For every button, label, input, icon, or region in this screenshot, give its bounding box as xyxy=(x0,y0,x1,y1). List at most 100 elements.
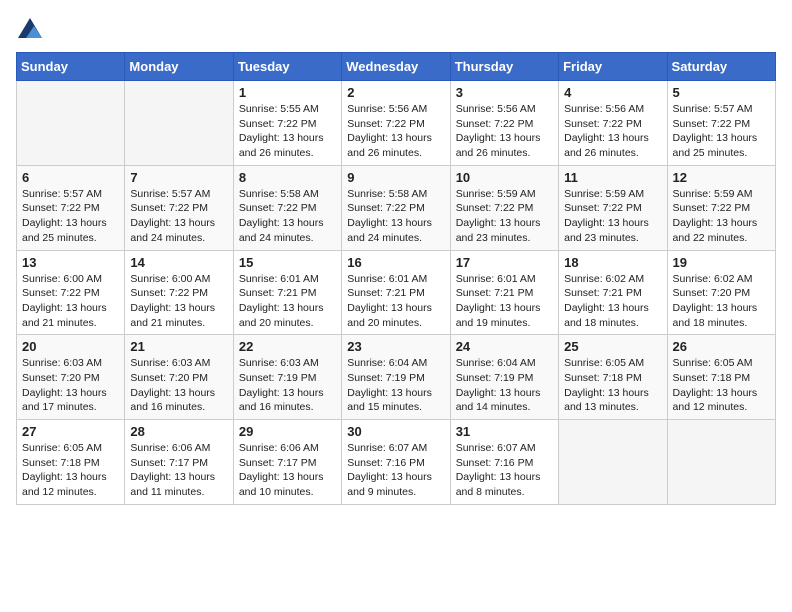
day-info: Sunrise: 5:56 AM Sunset: 7:22 PM Dayligh… xyxy=(564,102,661,161)
calendar-day: 16 Sunrise: 6:01 AM Sunset: 7:21 PM Dayli… xyxy=(342,250,450,335)
calendar-week-5: 27 Sunrise: 6:05 AM Sunset: 7:18 PM Dayli… xyxy=(17,420,776,505)
day-info: Sunrise: 6:04 AM Sunset: 7:19 PM Dayligh… xyxy=(456,356,553,415)
calendar-day: 19 Sunrise: 6:02 AM Sunset: 7:20 PM Dayli… xyxy=(667,250,775,335)
day-info: Sunrise: 6:07 AM Sunset: 7:16 PM Dayligh… xyxy=(347,441,444,500)
day-number: 6 xyxy=(22,170,119,185)
day-number: 31 xyxy=(456,424,553,439)
day-info: Sunrise: 5:58 AM Sunset: 7:22 PM Dayligh… xyxy=(347,187,444,246)
day-info: Sunrise: 5:59 AM Sunset: 7:22 PM Dayligh… xyxy=(673,187,770,246)
weekday-header-thursday: Thursday xyxy=(450,53,558,81)
calendar-day: 20 Sunrise: 6:03 AM Sunset: 7:20 PM Dayli… xyxy=(17,335,125,420)
day-info: Sunrise: 6:04 AM Sunset: 7:19 PM Dayligh… xyxy=(347,356,444,415)
calendar-day: 1 Sunrise: 5:55 AM Sunset: 7:22 PM Daylig… xyxy=(233,81,341,166)
day-number: 17 xyxy=(456,255,553,270)
day-number: 29 xyxy=(239,424,336,439)
calendar-day xyxy=(667,420,775,505)
calendar-day: 4 Sunrise: 5:56 AM Sunset: 7:22 PM Daylig… xyxy=(559,81,667,166)
calendar-week-3: 13 Sunrise: 6:00 AM Sunset: 7:22 PM Dayli… xyxy=(17,250,776,335)
day-info: Sunrise: 5:57 AM Sunset: 7:22 PM Dayligh… xyxy=(673,102,770,161)
day-number: 3 xyxy=(456,85,553,100)
day-number: 18 xyxy=(564,255,661,270)
calendar-day: 23 Sunrise: 6:04 AM Sunset: 7:19 PM Dayli… xyxy=(342,335,450,420)
day-number: 27 xyxy=(22,424,119,439)
day-info: Sunrise: 6:05 AM Sunset: 7:18 PM Dayligh… xyxy=(564,356,661,415)
calendar-day xyxy=(17,81,125,166)
day-number: 20 xyxy=(22,339,119,354)
calendar-day: 3 Sunrise: 5:56 AM Sunset: 7:22 PM Daylig… xyxy=(450,81,558,166)
day-number: 26 xyxy=(673,339,770,354)
day-number: 11 xyxy=(564,170,661,185)
day-number: 15 xyxy=(239,255,336,270)
day-info: Sunrise: 6:03 AM Sunset: 7:19 PM Dayligh… xyxy=(239,356,336,415)
calendar-day: 7 Sunrise: 5:57 AM Sunset: 7:22 PM Daylig… xyxy=(125,165,233,250)
weekday-header-wednesday: Wednesday xyxy=(342,53,450,81)
calendar-day: 25 Sunrise: 6:05 AM Sunset: 7:18 PM Dayli… xyxy=(559,335,667,420)
day-number: 14 xyxy=(130,255,227,270)
day-info: Sunrise: 5:57 AM Sunset: 7:22 PM Dayligh… xyxy=(22,187,119,246)
day-info: Sunrise: 5:55 AM Sunset: 7:22 PM Dayligh… xyxy=(239,102,336,161)
calendar-day: 17 Sunrise: 6:01 AM Sunset: 7:21 PM Dayli… xyxy=(450,250,558,335)
weekday-header-monday: Monday xyxy=(125,53,233,81)
calendar-day: 27 Sunrise: 6:05 AM Sunset: 7:18 PM Dayli… xyxy=(17,420,125,505)
logo-icon xyxy=(16,16,44,44)
day-info: Sunrise: 5:56 AM Sunset: 7:22 PM Dayligh… xyxy=(456,102,553,161)
calendar-day: 30 Sunrise: 6:07 AM Sunset: 7:16 PM Dayli… xyxy=(342,420,450,505)
day-number: 30 xyxy=(347,424,444,439)
day-info: Sunrise: 5:58 AM Sunset: 7:22 PM Dayligh… xyxy=(239,187,336,246)
calendar-day: 14 Sunrise: 6:00 AM Sunset: 7:22 PM Dayli… xyxy=(125,250,233,335)
calendar-day: 31 Sunrise: 6:07 AM Sunset: 7:16 PM Dayli… xyxy=(450,420,558,505)
day-number: 22 xyxy=(239,339,336,354)
day-info: Sunrise: 5:57 AM Sunset: 7:22 PM Dayligh… xyxy=(130,187,227,246)
day-number: 21 xyxy=(130,339,227,354)
day-info: Sunrise: 6:00 AM Sunset: 7:22 PM Dayligh… xyxy=(22,272,119,331)
day-info: Sunrise: 6:02 AM Sunset: 7:21 PM Dayligh… xyxy=(564,272,661,331)
day-info: Sunrise: 6:05 AM Sunset: 7:18 PM Dayligh… xyxy=(22,441,119,500)
day-info: Sunrise: 6:01 AM Sunset: 7:21 PM Dayligh… xyxy=(239,272,336,331)
calendar-week-2: 6 Sunrise: 5:57 AM Sunset: 7:22 PM Daylig… xyxy=(17,165,776,250)
day-number: 24 xyxy=(456,339,553,354)
calendar-day: 26Sunrise: 6:05 AM Sunset: 7:18 PM Dayli… xyxy=(667,335,775,420)
day-number: 25 xyxy=(564,339,661,354)
calendar-day xyxy=(559,420,667,505)
day-number: 23 xyxy=(347,339,444,354)
day-info: Sunrise: 6:01 AM Sunset: 7:21 PM Dayligh… xyxy=(456,272,553,331)
day-number: 1 xyxy=(239,85,336,100)
calendar-day: 6 Sunrise: 5:57 AM Sunset: 7:22 PM Daylig… xyxy=(17,165,125,250)
day-number: 13 xyxy=(22,255,119,270)
day-info: Sunrise: 6:03 AM Sunset: 7:20 PM Dayligh… xyxy=(22,356,119,415)
calendar-day: 28Sunrise: 6:06 AM Sunset: 7:17 PM Dayli… xyxy=(125,420,233,505)
day-info: Sunrise: 6:02 AM Sunset: 7:20 PM Dayligh… xyxy=(673,272,770,331)
day-number: 12 xyxy=(673,170,770,185)
weekday-header-saturday: Saturday xyxy=(667,53,775,81)
calendar-table: SundayMondayTuesdayWednesdayThursdayFrid… xyxy=(16,52,776,505)
day-info: Sunrise: 6:01 AM Sunset: 7:21 PM Dayligh… xyxy=(347,272,444,331)
day-number: 2 xyxy=(347,85,444,100)
calendar-day: 12 Sunrise: 5:59 AM Sunset: 7:22 PM Dayli… xyxy=(667,165,775,250)
day-number: 9 xyxy=(347,170,444,185)
day-info: Sunrise: 5:59 AM Sunset: 7:22 PM Dayligh… xyxy=(456,187,553,246)
calendar-day: 2Sunrise: 5:56 AM Sunset: 7:22 PM Daylig… xyxy=(342,81,450,166)
calendar-week-4: 20 Sunrise: 6:03 AM Sunset: 7:20 PM Dayli… xyxy=(17,335,776,420)
calendar-day: 5 Sunrise: 5:57 AM Sunset: 7:22 PM Daylig… xyxy=(667,81,775,166)
day-info: Sunrise: 6:07 AM Sunset: 7:16 PM Dayligh… xyxy=(456,441,553,500)
day-info: Sunrise: 6:00 AM Sunset: 7:22 PM Dayligh… xyxy=(130,272,227,331)
day-number: 7 xyxy=(130,170,227,185)
calendar-day: 21 Sunrise: 6:03 AM Sunset: 7:20 PM Dayli… xyxy=(125,335,233,420)
day-number: 4 xyxy=(564,85,661,100)
calendar-day: 9 Sunrise: 5:58 AM Sunset: 7:22 PM Daylig… xyxy=(342,165,450,250)
calendar-day: 11Sunrise: 5:59 AM Sunset: 7:22 PM Dayli… xyxy=(559,165,667,250)
calendar-day: 18 Sunrise: 6:02 AM Sunset: 7:21 PM Dayli… xyxy=(559,250,667,335)
weekday-header-sunday: Sunday xyxy=(17,53,125,81)
day-number: 8 xyxy=(239,170,336,185)
calendar-day: 13 Sunrise: 6:00 AM Sunset: 7:22 PM Dayli… xyxy=(17,250,125,335)
logo xyxy=(16,16,48,44)
day-number: 16 xyxy=(347,255,444,270)
day-number: 10 xyxy=(456,170,553,185)
calendar-day: 10 Sunrise: 5:59 AM Sunset: 7:22 PM Dayli… xyxy=(450,165,558,250)
day-number: 5 xyxy=(673,85,770,100)
day-number: 19 xyxy=(673,255,770,270)
calendar-day: 15 Sunrise: 6:01 AM Sunset: 7:21 PM Dayli… xyxy=(233,250,341,335)
calendar-day: 22 Sunrise: 6:03 AM Sunset: 7:19 PM Dayli… xyxy=(233,335,341,420)
day-info: Sunrise: 6:03 AM Sunset: 7:20 PM Dayligh… xyxy=(130,356,227,415)
calendar-day: 29Sunrise: 6:06 AM Sunset: 7:17 PM Dayli… xyxy=(233,420,341,505)
